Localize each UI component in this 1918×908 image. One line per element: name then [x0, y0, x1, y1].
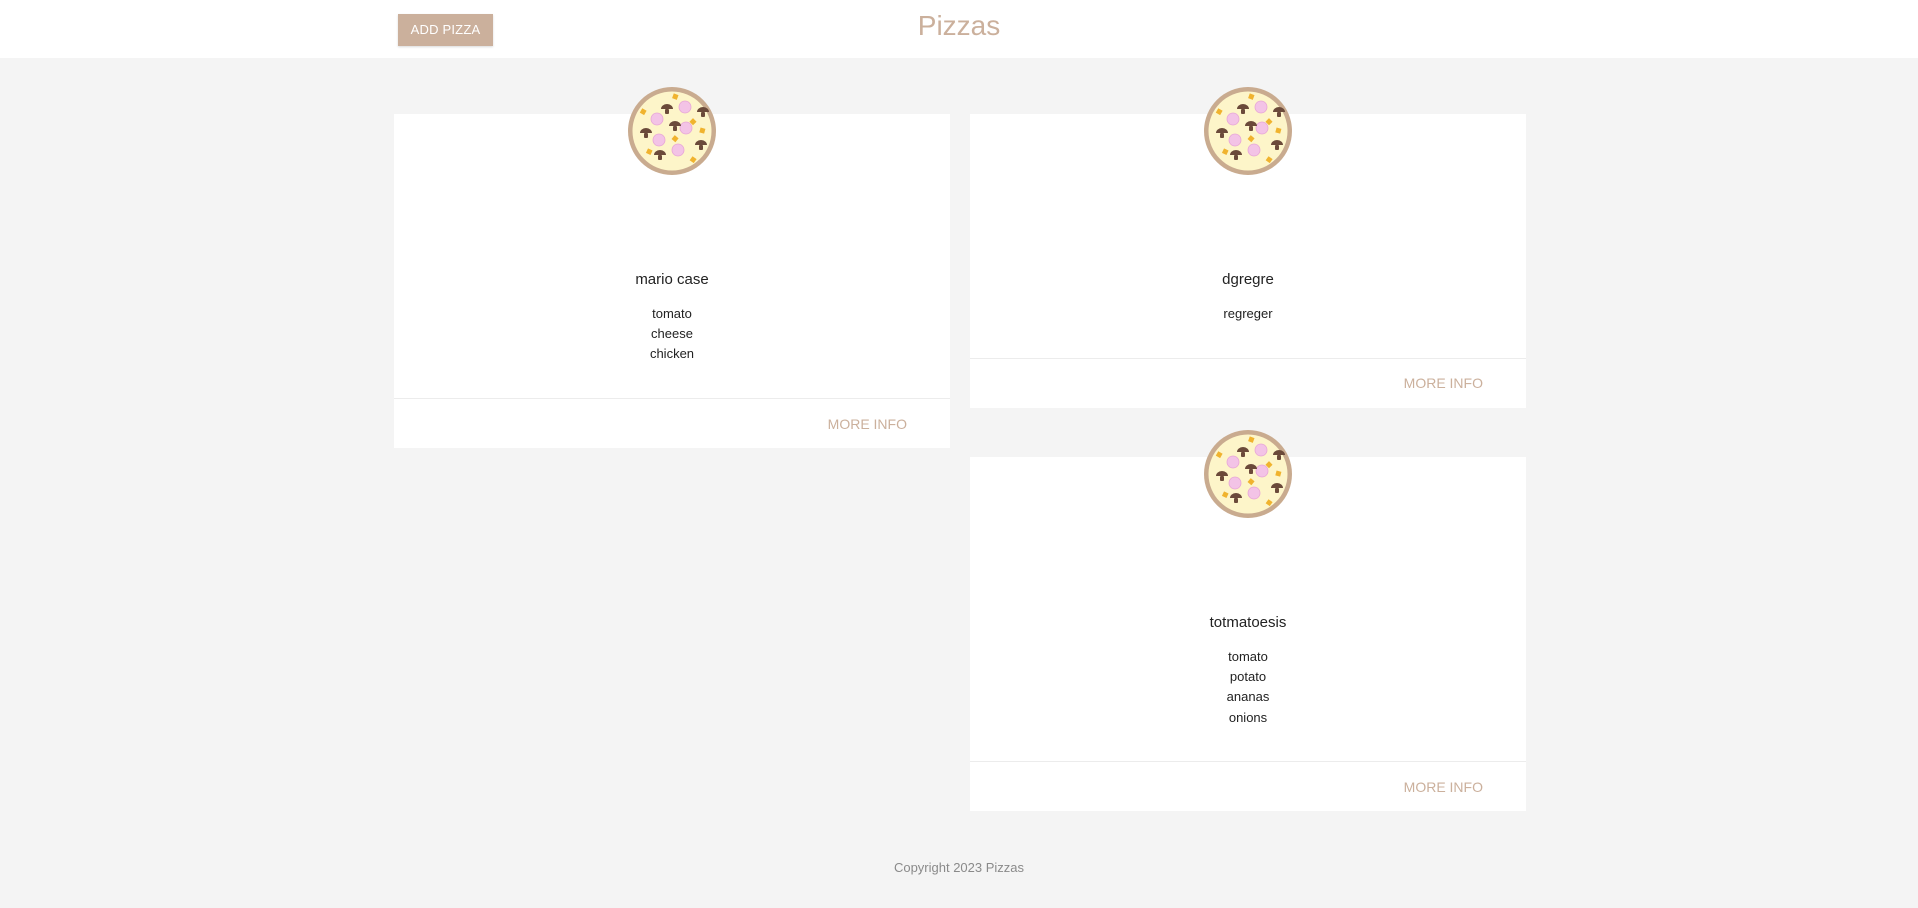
more-info-link[interactable]: MORE INFO: [1404, 375, 1483, 391]
pizza-ingredient: regreger: [1223, 306, 1273, 321]
pizza-name: totmatoesis: [1209, 614, 1287, 631]
pizza-card: mario case tomato cheese chicken MORE IN…: [394, 86, 950, 448]
pizza-image: [1203, 429, 1293, 519]
pizza-ingredient: cheese: [651, 326, 693, 341]
page-title[interactable]: Pizzas: [0, 10, 1918, 42]
card-divider: [970, 761, 1526, 762]
pizza-ingredient: potato: [1229, 669, 1267, 684]
pizza-name: dgregre: [1222, 271, 1274, 288]
card-divider: [394, 398, 950, 399]
top-navbar: ADD PIZZA Pizzas: [0, 0, 1918, 58]
pizza-ingredient: tomato: [652, 306, 692, 321]
card-divider: [970, 358, 1526, 359]
pizza-ingredient: chicken: [649, 346, 695, 361]
pizza-ingredient: tomato: [1228, 649, 1268, 664]
more-info-link[interactable]: MORE INFO: [828, 416, 907, 432]
footer-copyright: Copyright 2023 Pizzas: [893, 860, 1025, 875]
pizza-card: totmatoesis tomato potato ananas onions …: [970, 429, 1526, 811]
pizza-image: [1203, 86, 1293, 176]
pizza-name: mario case: [635, 271, 709, 288]
pizza-image: [627, 86, 717, 176]
more-info-link[interactable]: MORE INFO: [1404, 779, 1483, 795]
pizza-ingredient: onions: [1228, 710, 1268, 725]
pizza-card: dgregre regreger MORE INFO: [970, 86, 1526, 408]
pizza-ingredient: ananas: [1226, 689, 1270, 704]
